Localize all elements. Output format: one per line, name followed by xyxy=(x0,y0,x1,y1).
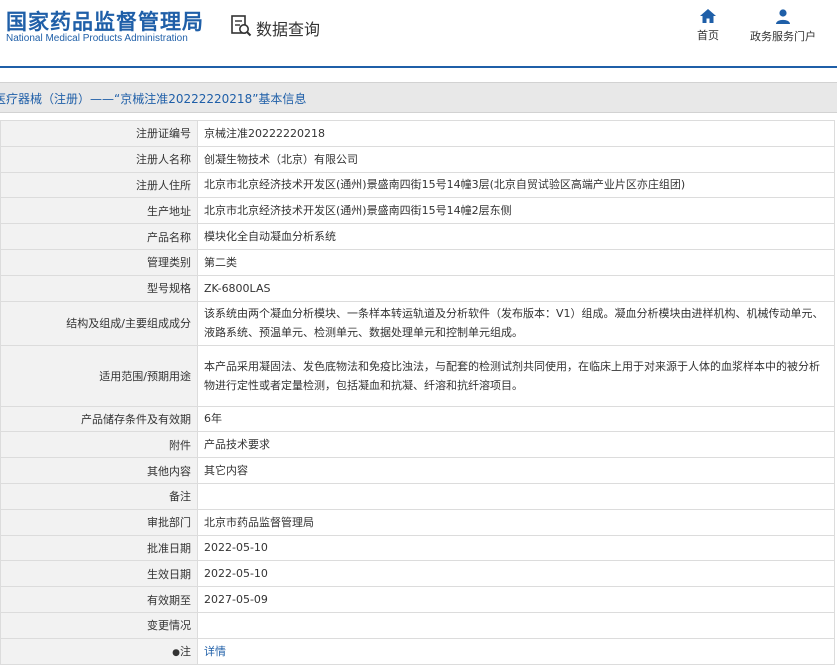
data-query-title: 数据查询 xyxy=(230,14,320,42)
table-row: 生产地址 北京市北京经济技术开发区(通州)景盛南四街15号14幢2层东侧 xyxy=(0,197,835,225)
table-row: 产品名称 模块化全自动凝血分析系统 xyxy=(0,223,835,250)
device-info-table: 注册证编号 京械注准20222220218 注册人名称 创凝生物技术（北京）有限公司… xyxy=(0,120,835,665)
row-label: 批准日期 xyxy=(0,534,198,562)
table-row: 有效期至 2027-05-09 xyxy=(0,586,835,613)
row-label: 审批部门 xyxy=(0,508,198,536)
nav-home-label: 首页 xyxy=(697,29,719,42)
row-label: 注 xyxy=(180,645,191,659)
row-label: 产品名称 xyxy=(0,223,198,250)
table-row: 型号规格 ZK-6800LAS xyxy=(0,274,835,302)
row-value: 创凝生物技术（北京）有限公司 xyxy=(197,145,835,173)
data-query-label: 数据查询 xyxy=(256,20,321,39)
row-label: 产品储存条件及有效期 xyxy=(0,405,198,433)
table-row: 变更情况 xyxy=(0,611,835,639)
row-value: 北京市北京经济技术开发区(通州)景盛南四街15号14幢3层(北京自贸试验区高端产… xyxy=(197,171,835,199)
row-value: 京械注准20222220218 xyxy=(197,120,835,147)
row-value: 2022-05-10 xyxy=(197,534,835,562)
row-value: 产品技术要求 xyxy=(197,431,835,459)
record-title-bar: 医疗器械（注册）——“京械注准20222220218”基本信息 xyxy=(0,82,837,113)
site-logo-en[interactable]: National Medical Products Administration xyxy=(6,33,188,44)
site-logo-cn[interactable]: 国家药品监督管理局 xyxy=(6,6,204,36)
table-row: 注册证编号 京械注准20222220218 xyxy=(0,120,835,147)
home-icon xyxy=(700,9,716,23)
header-divider xyxy=(0,66,837,68)
row-value xyxy=(197,611,835,639)
table-row: 产品储存条件及有效期 6年 xyxy=(0,405,835,433)
table-row: 注册人住所 北京市北京经济技术开发区(通州)景盛南四街15号14幢3层(北京自贸试… xyxy=(0,171,835,199)
row-value: ZK-6800LAS xyxy=(197,274,835,302)
row-label-note: ●注 xyxy=(0,637,198,665)
row-label: 有效期至 xyxy=(0,586,198,613)
row-label: 注册人住所 xyxy=(0,171,198,199)
row-value: 北京市北京经济技术开发区(通州)景盛南四街15号14幢2层东侧 xyxy=(197,197,835,225)
row-label: 注册证编号 xyxy=(0,120,198,147)
nav-portal-label: 政务服务门户 xyxy=(750,30,816,43)
row-label: 变更情况 xyxy=(0,611,198,639)
table-row: ●注 详情 xyxy=(0,637,835,665)
row-value: 该系统由两个凝血分析模块、一条样本转运轨道及分析软件（发布版本：V1）组成。凝血… xyxy=(197,300,835,346)
info-table-wrap: 注册证编号 京械注准20222220218 注册人名称 创凝生物技术（北京）有限公司… xyxy=(0,120,835,665)
row-label: 型号规格 xyxy=(0,274,198,302)
table-row: 其他内容 其它内容 xyxy=(0,457,835,484)
row-label: 结构及组成/主要组成成分 xyxy=(0,300,198,346)
document-search-icon xyxy=(230,14,252,42)
table-row: 审批部门 北京市药品监督管理局 xyxy=(0,508,835,536)
details-link[interactable]: 详情 xyxy=(204,645,226,658)
row-value: 本产品采用凝固法、发色底物法和免疫比浊法，与配套的检测试剂共同使用，在临床上用于… xyxy=(197,344,835,407)
row-value: 第二类 xyxy=(197,248,835,276)
note-marker-icon: ● xyxy=(172,648,180,659)
table-row: 注册人名称 创凝生物技术（北京）有限公司 xyxy=(0,145,835,173)
row-label: 适用范围/预期用途 xyxy=(0,344,198,407)
row-label: 其他内容 xyxy=(0,457,198,484)
nav-service-portal[interactable]: 政务服务门户 xyxy=(745,9,821,44)
row-value: 其它内容 xyxy=(197,457,835,484)
row-value: 北京市药品监督管理局 xyxy=(197,508,835,536)
row-value xyxy=(197,482,835,510)
table-row: 批准日期 2022-05-10 xyxy=(0,534,835,562)
user-icon xyxy=(776,9,790,24)
row-label: 生产地址 xyxy=(0,197,198,225)
table-row: 附件 产品技术要求 xyxy=(0,431,835,459)
table-row: 结构及组成/主要组成成分 该系统由两个凝血分析模块、一条样本转运轨道及分析软件（发… xyxy=(0,300,835,346)
record-title: 医疗器械（注册）——“京械注准20222220218”基本信息 xyxy=(0,92,307,106)
row-value: 模块化全自动凝血分析系统 xyxy=(197,223,835,250)
table-row: 适用范围/预期用途 本产品采用凝固法、发色底物法和免疫比浊法，与配套的检测试剂共同… xyxy=(0,344,835,407)
table-row: 管理类别 第二类 xyxy=(0,248,835,276)
site-header: 国家药品监督管理局 National Medical Products Admi… xyxy=(0,0,837,66)
row-label: 生效日期 xyxy=(0,560,198,588)
row-label: 备注 xyxy=(0,482,198,510)
table-row: 备注 xyxy=(0,482,835,510)
row-label: 附件 xyxy=(0,431,198,459)
row-label: 管理类别 xyxy=(0,248,198,276)
row-label: 注册人名称 xyxy=(0,145,198,173)
row-value: 2027-05-09 xyxy=(197,586,835,613)
row-value: 6年 xyxy=(197,405,835,433)
nav-home[interactable]: 首页 xyxy=(670,9,746,43)
row-value: 详情 xyxy=(197,637,835,665)
row-value: 2022-05-10 xyxy=(197,560,835,588)
table-row: 生效日期 2022-05-10 xyxy=(0,560,835,588)
